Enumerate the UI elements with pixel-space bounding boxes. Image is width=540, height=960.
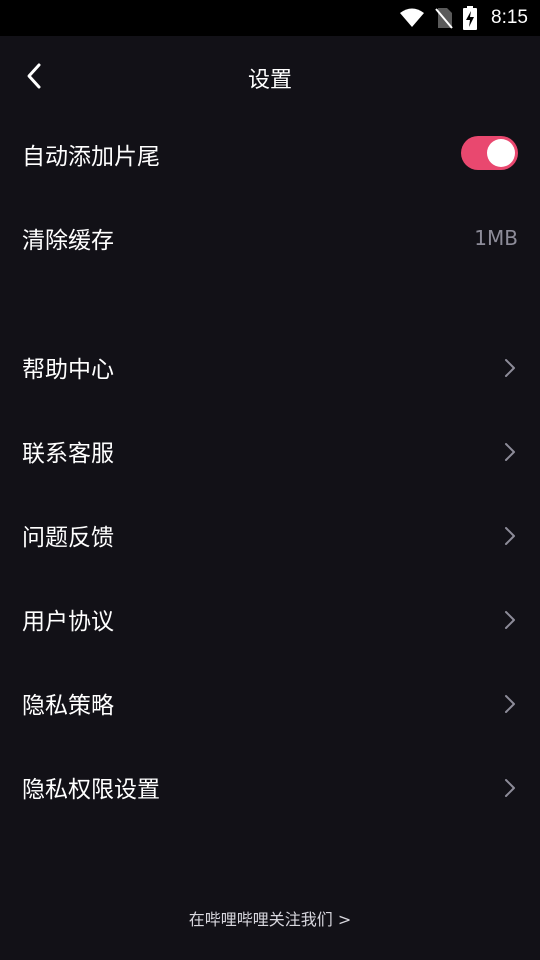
menu-item-label: 问题反馈 xyxy=(22,525,114,551)
follow-on-bilibili-link[interactable]: 在哔哩哔哩关注我们 > xyxy=(0,906,540,930)
menu-item-label: 用户协议 xyxy=(22,609,114,635)
clear-cache-label: 清除缓存 xyxy=(22,228,114,254)
menu-item-label: 联系客服 xyxy=(22,441,114,467)
settings-screen: 8:15 设置 自动添加片尾 清除缓存 1MB 帮助中心 联系客服 问题反馈 用… xyxy=(0,0,540,960)
chevron-right-icon xyxy=(504,526,516,550)
auto-ending-toggle[interactable] xyxy=(461,136,518,170)
chevron-right-icon xyxy=(504,694,516,718)
clear-cache-row[interactable]: 清除缓存 1MB xyxy=(0,196,540,280)
no-sim-icon xyxy=(435,7,453,29)
chevron-right-icon xyxy=(504,610,516,634)
menu-item-privacy-policy[interactable]: 隐私策略 xyxy=(0,661,540,745)
status-icons: 8:15 xyxy=(399,0,528,36)
auto-ending-label: 自动添加片尾 xyxy=(22,144,160,170)
header: 设置 xyxy=(0,36,540,118)
menu-item-help-center[interactable]: 帮助中心 xyxy=(0,325,540,409)
cache-size-value: 1MB xyxy=(474,226,518,250)
wifi-icon xyxy=(399,8,425,28)
menu-item-privacy-permissions[interactable]: 隐私权限设置 xyxy=(0,745,540,829)
menu-item-feedback[interactable]: 问题反馈 xyxy=(0,493,540,577)
page-title: 设置 xyxy=(247,68,292,93)
auto-ending-row[interactable]: 自动添加片尾 xyxy=(0,112,540,196)
chevron-right-icon xyxy=(504,358,516,382)
status-bar: 8:15 xyxy=(0,0,540,36)
menu-item-contact-support[interactable]: 联系客服 xyxy=(0,409,540,493)
menu-item-label: 隐私策略 xyxy=(22,693,114,719)
menu-item-user-agreement[interactable]: 用户协议 xyxy=(0,577,540,661)
menu-item-label: 隐私权限设置 xyxy=(22,777,160,803)
clock: 8:15 xyxy=(491,7,528,28)
battery-charging-icon xyxy=(463,6,478,30)
chevron-right-icon xyxy=(504,442,516,466)
toggle-knob xyxy=(487,139,515,167)
menu-item-label: 帮助中心 xyxy=(22,357,114,383)
chevron-right-icon xyxy=(504,778,516,802)
